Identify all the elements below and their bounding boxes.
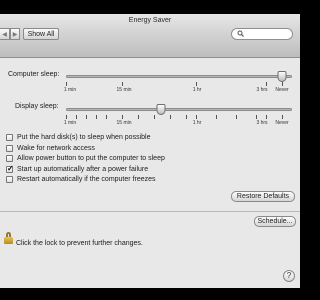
slider-tick: [282, 82, 283, 86]
slider-tick: [266, 82, 267, 86]
hard-disk-sleep-option[interactable]: Put the hard disk(s) to sleep when possi…: [6, 133, 150, 142]
slider-tick: [122, 115, 123, 119]
slider-tick: [236, 115, 237, 119]
slider-tick: [86, 115, 87, 119]
wake-network-option[interactable]: Wake for network access: [6, 144, 95, 153]
wake-network-checkbox[interactable]: [6, 145, 13, 152]
slider-tick: [266, 115, 267, 119]
lock-icon[interactable]: [4, 232, 13, 244]
slider-tick: [66, 82, 67, 86]
back-button[interactable]: ◀: [0, 28, 10, 40]
show-all-button[interactable]: Show All: [23, 28, 59, 40]
energy-saver-window: Energy Saver ◀ ▶ Show All Computer sleep…: [0, 14, 300, 288]
power-button-sleep-option[interactable]: Allow power button to put the computer t…: [6, 154, 165, 163]
tick-label: 1 min: [63, 120, 77, 126]
search-input[interactable]: [246, 29, 290, 39]
slider-tick: [66, 115, 67, 119]
schedule-button[interactable]: Schedule...: [254, 216, 296, 227]
option-label: Put the hard disk(s) to sleep when possi…: [17, 134, 151, 141]
computer-sleep-label: Computer sleep:: [8, 71, 60, 78]
tick-label: 3 hrs: [256, 87, 268, 93]
slider-tick: [170, 115, 171, 119]
auto-restart-option[interactable]: Restart automatically if the computer fr…: [6, 175, 156, 184]
slider-track: [66, 75, 292, 78]
auto-restart-checkbox[interactable]: [6, 176, 13, 183]
tick-label: Never: [275, 120, 289, 126]
power-button-sleep-checkbox[interactable]: [6, 155, 13, 162]
slider-tick: [76, 115, 77, 119]
checkmark-icon: ✓: [7, 164, 14, 173]
slider-tick: [196, 115, 197, 119]
slider-track: [66, 108, 292, 111]
search-field[interactable]: [231, 28, 293, 40]
back-arrow-icon: ◀: [2, 31, 7, 38]
title-bar: Energy Saver ◀ ▶ Show All: [0, 14, 300, 58]
lock-body: [4, 237, 13, 244]
slider-tick: [216, 115, 217, 119]
display-sleep-thumb[interactable]: [156, 104, 166, 115]
option-label: Allow power button to put the computer t…: [17, 155, 165, 162]
slider-tick: [154, 115, 155, 119]
slider-tick: [122, 82, 123, 86]
slider-tick: [196, 82, 197, 86]
auto-start-option[interactable]: ✓ Start up automatically after a power f…: [6, 164, 149, 174]
computer-sleep-thumb[interactable]: [277, 71, 287, 82]
hard-disk-sleep-checkbox[interactable]: [6, 134, 13, 141]
option-label: Wake for network access: [17, 145, 95, 152]
lock-text: Click the lock to prevent further change…: [16, 240, 143, 247]
slider-tick: [282, 115, 283, 119]
computer-sleep-slider[interactable]: 1 min 15 min 1 hr 3 hrs Never: [63, 70, 292, 100]
tick-label: 3 hrs: [256, 120, 268, 126]
display-sleep-label: Display sleep:: [15, 103, 59, 110]
slider-tick: [256, 115, 257, 119]
auto-start-checkbox[interactable]: ✓: [6, 164, 14, 173]
search-icon: [237, 30, 244, 39]
tick-label: 15 min: [116, 120, 132, 126]
tick-label: 15 min: [116, 87, 132, 93]
option-label: Restart automatically if the computer fr…: [17, 176, 156, 183]
display-sleep-slider[interactable]: 1 min 15 min 1 hr 3 hrs Never: [63, 103, 292, 133]
slider-tick: [106, 115, 107, 119]
divider: [0, 211, 300, 212]
tick-label: 1 hr: [192, 87, 202, 93]
forward-arrow-icon: ▶: [12, 31, 18, 38]
slider-tick: [96, 115, 97, 119]
tick-label: 1 min: [63, 87, 77, 93]
slider-tick: [186, 115, 187, 119]
forward-button[interactable]: ▶: [10, 28, 20, 40]
slider-tick: [138, 115, 139, 119]
help-button[interactable]: ?: [283, 270, 295, 282]
window-title: Energy Saver: [128, 17, 172, 24]
option-label: Start up automatically after a power fai…: [17, 166, 149, 173]
restore-defaults-button[interactable]: Restore Defaults: [231, 191, 295, 202]
tick-label: 1 hr: [192, 120, 202, 126]
tick-label: Never: [275, 87, 289, 93]
